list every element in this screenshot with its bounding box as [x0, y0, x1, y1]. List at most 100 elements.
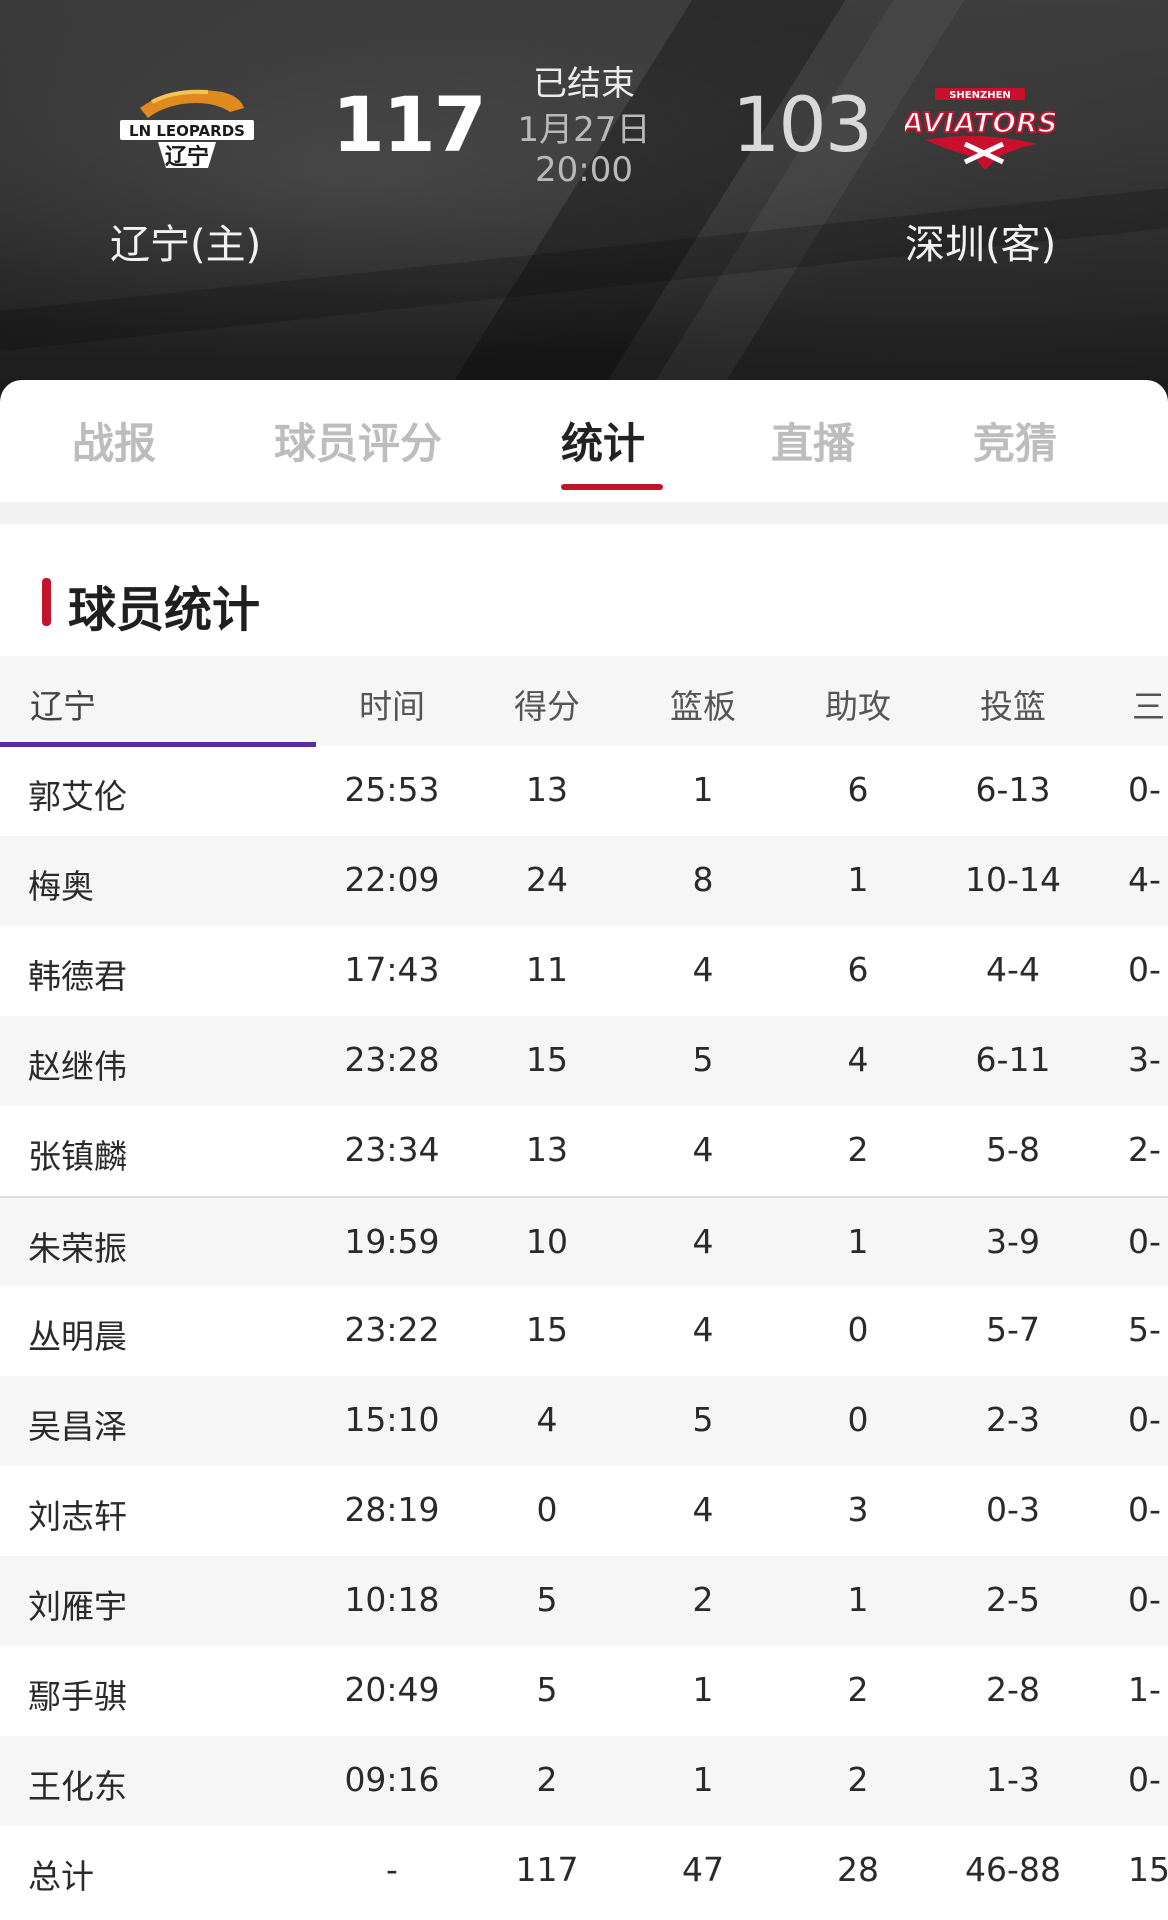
- points-value: 24: [526, 860, 568, 899]
- tab-live[interactable]: 直播: [771, 410, 855, 471]
- assists-value: 1: [847, 860, 869, 899]
- rebounds-value: 4: [692, 1130, 714, 1169]
- field-goals-value: 10-14: [965, 860, 1061, 899]
- match-datetime: 1月27日 20:00: [484, 110, 684, 190]
- field-goals-value: 0-3: [986, 1490, 1040, 1529]
- points-value: 11: [526, 950, 568, 989]
- column-header-field-goals: 投篮: [980, 687, 1046, 726]
- table-row[interactable]: 吴昌泽 15:10 4 5 0 2-3 0-: [0, 1376, 1168, 1466]
- table-row[interactable]: 鄢手骐 20:49 5 1 2 2-8 1-: [0, 1646, 1168, 1736]
- points-value: 15: [526, 1310, 568, 1349]
- home-team-name[interactable]: 辽宁(主): [110, 212, 261, 270]
- player-name: 刘志轩: [28, 1497, 127, 1536]
- player-name: 刘雁宇: [28, 1587, 127, 1626]
- three-pointers-value: 5-: [1128, 1310, 1161, 1349]
- points-value: 4: [536, 1400, 558, 1439]
- home-team-logo[interactable]: LN LEOPARDS 辽宁: [112, 78, 262, 178]
- rebounds-value: 1: [692, 1760, 714, 1799]
- field-goals-value: 2-8: [986, 1670, 1040, 1709]
- rebounds-value: 5: [692, 1400, 714, 1439]
- svg-text:LN LEOPARDS: LN LEOPARDS: [129, 122, 245, 140]
- player-stats-table: 辽宁 时间 得分 篮板 助攻 投篮 三 郭艾伦 25:53 13 1 6 6-13 0- 梅奥…: [0, 656, 1168, 1916]
- minutes-value: 25:53: [344, 770, 440, 809]
- match-status: 已结束: [533, 64, 635, 104]
- table-row[interactable]: 郭艾伦 25:53 13 1 6 6-13 0-: [0, 746, 1168, 836]
- minutes-value: -: [386, 1850, 398, 1889]
- table-row[interactable]: 朱荣振 19:59 10 4 1 3-9 0-: [0, 1196, 1168, 1286]
- tab-report[interactable]: 战报: [72, 410, 156, 471]
- rebounds-value: 8: [692, 860, 714, 899]
- section-title-accent: [42, 578, 51, 626]
- tab-stats[interactable]: 统计: [561, 410, 645, 471]
- points-value: 2: [536, 1760, 558, 1799]
- table-row[interactable]: 丛明晨 23:22 15 4 0 5-7 5-: [0, 1286, 1168, 1376]
- table-body: 郭艾伦 25:53 13 1 6 6-13 0- 梅奥 22:09 24 8 1 10-14 4- 韩德君 1…: [0, 746, 1168, 1916]
- away-team-name[interactable]: 深圳(客): [905, 212, 1056, 270]
- field-goals-value: 46-88: [965, 1850, 1061, 1889]
- table-row[interactable]: 刘雁宇 10:18 5 2 1 2-5 0-: [0, 1556, 1168, 1646]
- tab-player-ratings[interactable]: 球员评分: [274, 410, 442, 471]
- away-team-logo[interactable]: SHENZHEN AVIATORS: [899, 78, 1059, 178]
- rebounds-value: 5: [692, 1040, 714, 1079]
- match-time: 20:00: [535, 150, 633, 190]
- team-tab-liaoning[interactable]: 辽宁: [30, 680, 96, 728]
- player-stats-section: 球员统计 辽宁 时间 得分 篮板 助攻 投篮 三 郭艾伦 25:53 13 1 6 6-1…: [0, 524, 1168, 1920]
- minutes-value: 09:16: [344, 1760, 440, 1799]
- player-name: 梅奥: [28, 867, 94, 906]
- svg-text:SHENZHEN: SHENZHEN: [949, 90, 1011, 101]
- table-row[interactable]: 张镇麟 23:34 13 4 2 5-8 2-: [0, 1106, 1168, 1196]
- three-pointers-value: 4-: [1128, 860, 1161, 899]
- three-pointers-value: 0-: [1128, 950, 1161, 989]
- assists-value: 4: [847, 1040, 869, 1079]
- table-row[interactable]: 王化东 09:16 2 1 2 1-3 0-: [0, 1736, 1168, 1826]
- column-header-three-pointers: 三: [1132, 687, 1165, 726]
- svg-text:辽宁: 辽宁: [165, 144, 209, 170]
- table-row[interactable]: 韩德君 17:43 11 4 6 4-4 0-: [0, 926, 1168, 1016]
- player-name: 韩德君: [28, 957, 127, 996]
- points-value: 13: [526, 770, 568, 809]
- svg-text:AVIATORS: AVIATORS: [905, 106, 1055, 139]
- assists-value: 3: [847, 1490, 869, 1529]
- rebounds-value: 2: [692, 1580, 714, 1619]
- table-row[interactable]: 刘志轩 28:19 0 4 3 0-3 0-: [0, 1466, 1168, 1556]
- minutes-value: 20:49: [344, 1670, 440, 1709]
- field-goals-value: 5-7: [986, 1310, 1040, 1349]
- points-value: 15: [526, 1040, 568, 1079]
- assists-value: 2: [847, 1670, 869, 1709]
- match-date: 1月27日: [517, 110, 651, 150]
- table-header: 辽宁 时间 得分 篮板 助攻 投篮 三: [0, 656, 1168, 747]
- points-value: 0: [536, 1490, 558, 1529]
- points-value: 13: [526, 1130, 568, 1169]
- rebounds-value: 4: [692, 1222, 714, 1261]
- section-title: 球员统计: [68, 582, 261, 638]
- rebounds-value: 1: [692, 770, 714, 809]
- field-goals-value: 5-8: [986, 1130, 1040, 1169]
- assists-value: 1: [847, 1222, 869, 1261]
- field-goals-value: 2-5: [986, 1580, 1040, 1619]
- rebounds-value: 1: [692, 1670, 714, 1709]
- field-goals-value: 3-9: [986, 1222, 1040, 1261]
- assists-value: 2: [847, 1760, 869, 1799]
- field-goals-value: 4-4: [986, 950, 1040, 989]
- three-pointers-value: 0-: [1128, 1760, 1161, 1799]
- assists-value: 6: [847, 950, 869, 989]
- points-value: 5: [536, 1580, 558, 1619]
- three-pointers-value: 0-: [1128, 1490, 1161, 1529]
- rebounds-value: 4: [692, 1310, 714, 1349]
- three-pointers-value: 1-: [1128, 1670, 1161, 1709]
- points-value: 10: [526, 1222, 568, 1261]
- column-header-time: 时间: [359, 687, 425, 726]
- minutes-value: 28:19: [344, 1490, 440, 1529]
- assists-value: 1: [847, 1580, 869, 1619]
- assists-value: 28: [837, 1850, 879, 1889]
- table-row-total[interactable]: 总计 - 117 47 28 46-88 15-: [0, 1826, 1168, 1916]
- player-name: 丛明晨: [28, 1317, 127, 1356]
- player-name: 赵继伟: [28, 1047, 127, 1086]
- tab-prediction[interactable]: 竞猜: [973, 410, 1057, 471]
- field-goals-value: 1-3: [986, 1760, 1040, 1799]
- table-row[interactable]: 赵继伟 23:28 15 5 4 6-11 3-: [0, 1016, 1168, 1106]
- three-pointers-value: 0-: [1128, 1222, 1161, 1261]
- three-pointers-value: 15-: [1128, 1850, 1168, 1889]
- table-row[interactable]: 梅奥 22:09 24 8 1 10-14 4-: [0, 836, 1168, 926]
- player-name: 总计: [28, 1857, 94, 1896]
